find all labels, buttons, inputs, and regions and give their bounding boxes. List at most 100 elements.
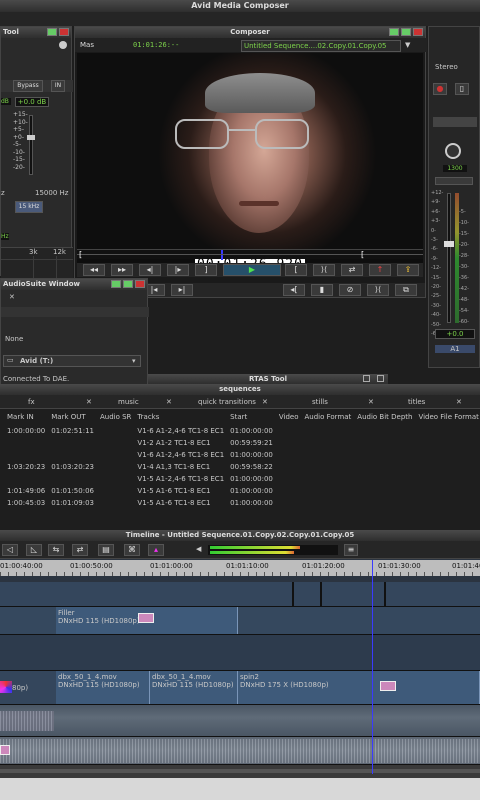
tab-stills[interactable]: stills [312, 398, 328, 406]
column-header[interactable]: Mark IN [4, 409, 48, 425]
khz-button[interactable]: 15 kHz [15, 201, 43, 213]
table-row[interactable]: 1:03:20:23 01:03:20:23 V1-4 A1,3 TC1-8 EC1… [4, 461, 480, 473]
tab-titles[interactable]: titles [408, 398, 425, 406]
tab-close-icon[interactable]: ✕ [368, 398, 374, 406]
no-entry-icon[interactable]: ⊘ [339, 284, 361, 296]
in-button[interactable]: IN [51, 80, 65, 92]
lift-icon[interactable]: ↑ [369, 264, 391, 276]
play-icon[interactable]: ▶ [223, 264, 281, 276]
effect-icon[interactable] [380, 681, 396, 691]
table-row[interactable]: 1:00:00:00 01:02:51:11 V1-6 A1-2,4-6 TC1-8… [4, 425, 480, 437]
tab-close-icon[interactable]: ✕ [456, 398, 462, 406]
track-menu-icon[interactable]: ▤ [98, 544, 114, 556]
tab-fx[interactable]: fx [28, 398, 35, 406]
eq-slider-handle[interactable] [27, 135, 35, 140]
table-row[interactable]: V1-2 A1-2 TC1-8 EC1 00:59:59:21 [4, 437, 480, 449]
effect-icon[interactable]: ▴ [148, 544, 164, 556]
table-row[interactable]: V1-6 A1-2,4-6 TC1-8 EC1 01:00:00:00 [4, 449, 480, 461]
column-header[interactable]: Video [276, 409, 302, 425]
timeline-scrollbar[interactable] [0, 764, 480, 778]
frame-forward-icon[interactable]: |▸ [167, 264, 189, 276]
timeline-titlebar[interactable]: Timeline - Untitled Sequence.01.Copy.02.… [0, 530, 480, 541]
maximize-button[interactable] [401, 28, 411, 36]
maximize-button[interactable] [123, 280, 133, 288]
clear-marks-icon[interactable]: ⟩⟨ [313, 264, 335, 276]
playhead-line[interactable] [372, 560, 373, 774]
fader-track[interactable] [447, 193, 451, 323]
dropdown-arrow-icon[interactable] [59, 41, 67, 49]
extract-icon[interactable]: ⇪ [397, 264, 419, 276]
frame-back-icon[interactable]: ◂| [139, 264, 161, 276]
option-none[interactable]: None [5, 335, 23, 343]
sequence-name-menu[interactable]: Untitled Sequence....02.Copy.01.Copy.05 [241, 40, 401, 52]
eq-slider-track[interactable] [29, 115, 33, 175]
minimize-button[interactable] [111, 280, 121, 288]
sequences-titlebar[interactable]: sequences [0, 384, 480, 395]
position-bar[interactable]: [ [ [77, 249, 423, 260]
bypass-button[interactable]: Bypass [13, 80, 43, 92]
audiosuite-titlebar[interactable]: AudioSuite Window [1, 279, 147, 290]
clip-spin2[interactable]: spin2 DNxHD 175 X (HD1080p) [238, 671, 480, 705]
trim-left-icon[interactable]: ⇆ [48, 544, 64, 556]
tab-music[interactable]: music [118, 398, 139, 406]
effect-icon[interactable] [0, 745, 10, 755]
fast-menu-icon[interactable]: ≡ [344, 544, 358, 556]
minimize-button[interactable] [47, 28, 57, 36]
close-x-icon[interactable]: ✕ [9, 293, 15, 301]
filler-clip[interactable]: Filler DNxHD 115 (HD1080p) [56, 607, 238, 635]
timecode-ruler[interactable]: 01:00:40:00 01:00:50:00 01:01:00:00 01:0… [0, 560, 480, 576]
composer-titlebar[interactable]: Composer [75, 27, 425, 38]
zoom-icon[interactable]: ⌘ [124, 544, 140, 556]
column-header[interactable]: Audio SR [97, 409, 134, 425]
trim-right-icon[interactable]: ⇄ [72, 544, 88, 556]
tab-close-icon[interactable]: ✕ [166, 398, 172, 406]
column-header[interactable]: Audio Bit Depth [354, 409, 415, 425]
close-button[interactable] [59, 28, 69, 36]
column-header[interactable]: Start [227, 409, 276, 425]
glasses-left [175, 119, 229, 149]
mark-in-button[interactable]: [ [285, 264, 307, 276]
mark-out-cell: 01:01:09:03 [51, 499, 94, 507]
step-forward-icon[interactable]: ▸▸ [111, 264, 133, 276]
maximize-button[interactable] [363, 375, 370, 382]
scale-label: -42- [459, 286, 469, 292]
close-button[interactable] [135, 280, 145, 288]
overwrite-icon[interactable]: ▮ [311, 284, 333, 296]
rtas-tool-titlebar[interactable]: RTAS Tool [148, 374, 388, 384]
mark-clip-icon[interactable]: ◂[ [283, 284, 305, 296]
table-row[interactable]: 1:00:45:03 01:01:09:03 V1-5 A1-6 TC1-8 EC1… [4, 497, 480, 509]
mark-out-button[interactable]: ] [195, 264, 217, 276]
table-row[interactable]: V1-5 A1-2,4-6 TC1-8 EC1 01:00:00:00 [4, 473, 480, 485]
tab-quick-transitions[interactable]: quick transitions [198, 398, 256, 406]
effect-icon[interactable] [138, 613, 154, 623]
clip-dbx-2[interactable]: dbx_50_1_4.mov DNxHD 115 (HD1080p) [150, 671, 238, 705]
mute-button[interactable] [435, 177, 473, 185]
column-header[interactable]: Mark OUT [48, 409, 97, 425]
column-header[interactable]: Tracks [134, 409, 227, 425]
pan-knob-icon[interactable] [445, 143, 461, 159]
record-button[interactable]: ● [433, 83, 447, 95]
column-header[interactable]: Video File Format [415, 409, 480, 425]
fader-handle[interactable] [444, 241, 454, 247]
back-arrow-icon[interactable]: ◀ [196, 545, 201, 553]
lift-overwrite-icon[interactable]: ◺ [26, 544, 42, 556]
tab-close-icon[interactable]: ✕ [86, 398, 92, 406]
splice-icon[interactable]: ⇄ [341, 264, 363, 276]
tab-close-icon[interactable]: ✕ [262, 398, 268, 406]
match-frame-icon[interactable]: ⟩⟨ [367, 284, 389, 296]
minimize-button[interactable] [389, 28, 399, 36]
column-header[interactable]: Audio Format [302, 409, 355, 425]
dropdown-arrow-icon[interactable]: ▼ [405, 41, 410, 49]
close-button[interactable] [413, 28, 423, 36]
segment-tool-icon[interactable]: ◁ [2, 544, 18, 556]
drive-select[interactable]: ▭ Avid (T:) ▾ [3, 355, 141, 367]
clip-dbx-1[interactable]: dbx_50_1_4.mov DNxHD 115 (HD1080p) [56, 671, 150, 705]
audio-tool-titlebar[interactable]: Tool [1, 27, 71, 38]
delete-button[interactable]: ▯ [455, 83, 469, 95]
go-to-out-icon[interactable]: ▸| [171, 284, 193, 296]
playhead-marker[interactable] [221, 250, 223, 260]
step-back-icon[interactable]: ◂◂ [83, 264, 105, 276]
copy-icon[interactable]: ⧉ [395, 284, 417, 296]
close-button[interactable] [377, 375, 384, 382]
table-row[interactable]: 1:01:49:06 01:01:50:06 V1-5 A1-6 TC1-8 EC1… [4, 485, 480, 497]
